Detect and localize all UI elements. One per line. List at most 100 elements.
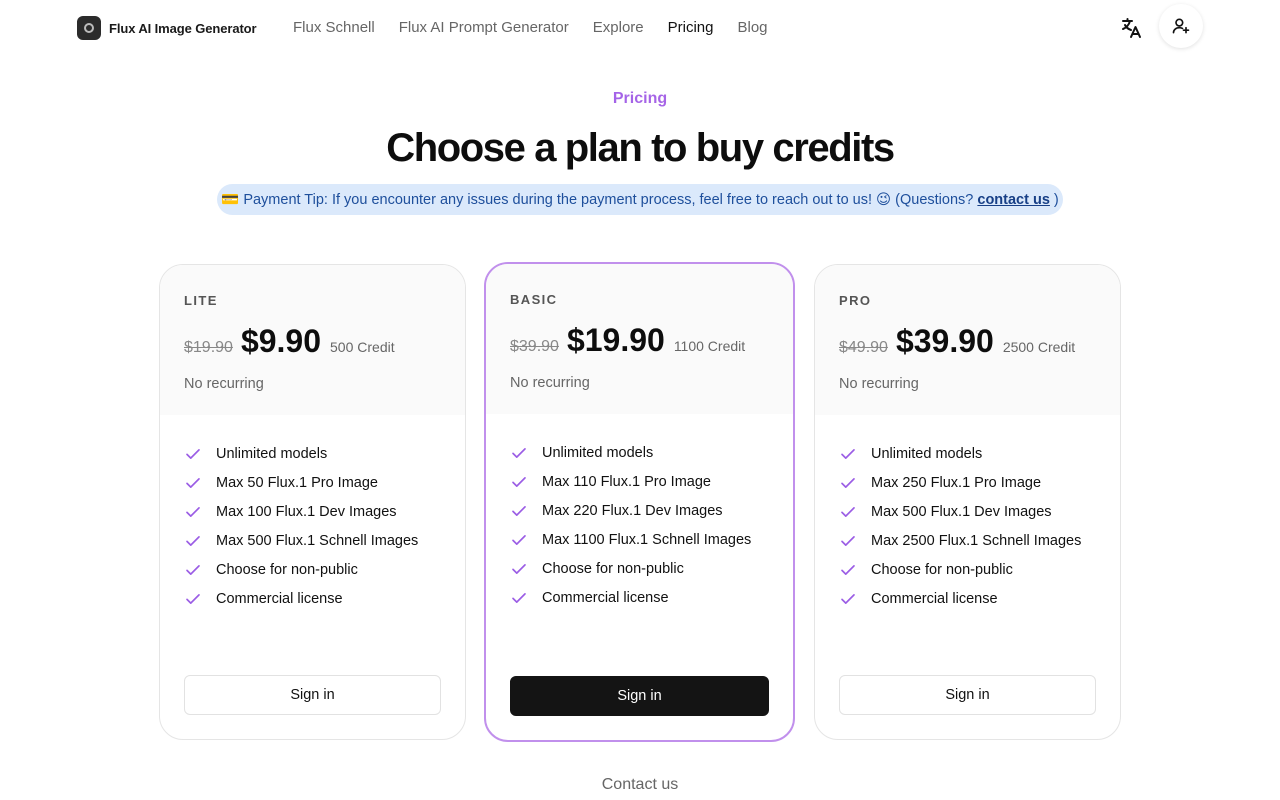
check-icon	[841, 448, 855, 459]
plan-price: $39.90	[895, 323, 994, 359]
feature-item: Max 50 Flux.1 Pro Image	[184, 468, 441, 497]
translate-icon	[1122, 18, 1141, 38]
nav-item-flux-schnell[interactable]: Flux Schnell	[293, 19, 375, 36]
check-icon	[512, 592, 526, 603]
check-icon	[186, 448, 200, 459]
feature-item: Max 1100 Flux.1 Schnell Images	[510, 525, 769, 554]
feature-label: Unlimited models	[216, 445, 328, 462]
check-icon	[841, 564, 855, 575]
feature-item: Max 2500 Flux.1 Schnell Images	[839, 526, 1096, 555]
plan-card-pro: PRO $49.90 $39.90 2500 Credit No recurri…	[814, 264, 1121, 740]
check-icon	[512, 447, 526, 458]
old-price: $19.90	[184, 339, 233, 356]
price-row: $19.90 $9.90 500 Credit	[184, 323, 441, 360]
plan-price: $9.90	[240, 323, 322, 359]
feature-label: Max 1100 Flux.1 Schnell Images	[542, 531, 752, 548]
payment-tip-text: 💳 Payment Tip: If you encounter any issu…	[221, 192, 978, 208]
old-price: $49.90	[839, 339, 888, 356]
plan-credit: 500 Credit	[330, 339, 395, 355]
plan-credit: 1100 Credit	[673, 338, 746, 354]
plan-tier: LITE	[184, 293, 218, 308]
brand-logo-icon	[77, 16, 101, 40]
check-icon	[841, 506, 855, 517]
feature-item: Choose for non-public	[510, 554, 769, 583]
feature-item: Unlimited models	[839, 439, 1096, 468]
plan-tier: BASIC	[510, 292, 558, 307]
nav-item-prompt-generator[interactable]: Flux AI Prompt Generator	[399, 19, 569, 36]
feature-item: Unlimited models	[184, 439, 441, 468]
check-icon	[186, 593, 200, 604]
feature-label: Max 100 Flux.1 Dev Images	[216, 503, 397, 520]
feature-label: Max 250 Flux.1 Pro Image	[871, 474, 1042, 491]
feature-label: Max 110 Flux.1 Pro Image	[542, 473, 711, 490]
feature-item: Max 500 Flux.1 Schnell Images	[184, 526, 441, 555]
check-icon	[512, 476, 526, 487]
sign-in-button-pro[interactable]: Sign in	[839, 675, 1096, 715]
check-icon	[186, 535, 200, 546]
feature-item: Max 500 Flux.1 Dev Images	[839, 497, 1096, 526]
feature-item: Commercial license	[184, 584, 441, 613]
contact-us-link[interactable]: contact us	[977, 192, 1050, 208]
sign-in-user-button[interactable]	[1159, 4, 1203, 48]
feature-label: Max 220 Flux.1 Dev Images	[542, 502, 723, 519]
user-plus-icon	[1172, 18, 1190, 34]
check-icon	[512, 534, 526, 545]
feature-item: Choose for non-public	[839, 555, 1096, 584]
feature-label: Choose for non-public	[542, 560, 684, 577]
feature-label: Max 500 Flux.1 Dev Images	[871, 503, 1052, 520]
feature-item: Choose for non-public	[184, 555, 441, 584]
feature-list: Unlimited models Max 110 Flux.1 Pro Imag…	[486, 414, 793, 612]
plan-card-lite: LITE $19.90 $9.90 500 Credit No recurrin…	[159, 264, 466, 740]
brand-name: Flux AI Image Generator	[109, 20, 257, 36]
price-row: $49.90 $39.90 2500 Credit	[839, 323, 1096, 360]
nav-item-blog[interactable]: Blog	[738, 19, 768, 36]
feature-label: Max 500 Flux.1 Schnell Images	[216, 532, 419, 549]
plan-card-basic: BASIC $39.90 $19.90 1100 Credit No recur…	[484, 262, 795, 742]
plan-recurring: No recurring	[839, 376, 919, 392]
check-icon	[186, 564, 200, 575]
plan-header: LITE $19.90 $9.90 500 Credit No recurrin…	[160, 265, 465, 415]
plan-recurring: No recurring	[184, 376, 264, 392]
plan-header: PRO $49.90 $39.90 2500 Credit No recurri…	[815, 265, 1120, 415]
plan-price: $19.90	[566, 322, 665, 358]
feature-label: Commercial license	[216, 590, 343, 607]
feature-list: Unlimited models Max 50 Flux.1 Pro Image…	[160, 415, 465, 613]
main-nav: Flux Schnell Flux AI Prompt Generator Ex…	[293, 19, 768, 36]
section-eyebrow: Pricing	[0, 90, 1280, 108]
plan-credit: 2500 Credit	[1002, 339, 1076, 355]
check-icon	[512, 505, 526, 516]
feature-item: Commercial license	[510, 583, 769, 612]
feature-label: Max 50 Flux.1 Pro Image	[216, 474, 378, 491]
feature-item: Unlimited models	[510, 438, 769, 467]
feature-list: Unlimited models Max 250 Flux.1 Pro Imag…	[815, 415, 1120, 613]
feature-label: Choose for non-public	[871, 561, 1013, 578]
feature-label: Commercial license	[871, 590, 998, 607]
check-icon	[841, 535, 855, 546]
language-button[interactable]	[1117, 14, 1145, 42]
plan-header: BASIC $39.90 $19.90 1100 Credit No recur…	[486, 264, 793, 414]
feature-item: Max 250 Flux.1 Pro Image	[839, 468, 1096, 497]
feature-label: Unlimited models	[871, 445, 983, 462]
feature-label: Max 2500 Flux.1 Schnell Images	[871, 532, 1082, 549]
check-icon	[512, 563, 526, 574]
plan-tier: PRO	[839, 293, 872, 308]
feature-label: Choose for non-public	[216, 561, 358, 578]
plan-recurring: No recurring	[510, 375, 590, 391]
feature-item: Max 220 Flux.1 Dev Images	[510, 496, 769, 525]
brand-link[interactable]: Flux AI Image Generator	[77, 16, 257, 40]
feature-item: Commercial license	[839, 584, 1096, 613]
sign-in-button-lite[interactable]: Sign in	[184, 675, 441, 715]
feature-label: Commercial license	[542, 589, 669, 606]
payment-tip-suffix: )	[1049, 192, 1059, 208]
check-icon	[841, 593, 855, 604]
sign-in-button-basic[interactable]: Sign in	[510, 676, 769, 716]
old-price: $39.90	[510, 338, 559, 355]
feature-item: Max 100 Flux.1 Dev Images	[184, 497, 441, 526]
payment-tip-wrap: 💳 Payment Tip: If you encounter any issu…	[0, 184, 1280, 215]
nav-item-pricing[interactable]: Pricing	[668, 19, 714, 36]
contact-us-heading: Contact us	[601, 776, 679, 793]
payment-tip: 💳 Payment Tip: If you encounter any issu…	[217, 184, 1063, 215]
price-row: $39.90 $19.90 1100 Credit	[510, 322, 769, 359]
nav-item-explore[interactable]: Explore	[593, 19, 644, 36]
check-icon	[186, 506, 200, 517]
